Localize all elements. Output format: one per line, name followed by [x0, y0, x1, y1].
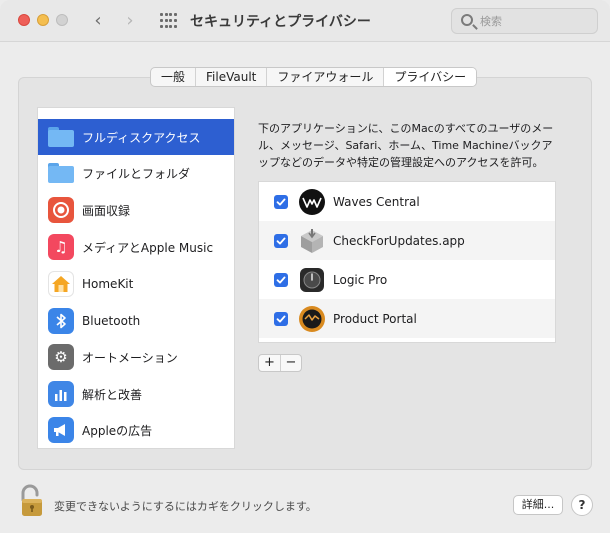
sidebar-item-label: Appleの広告 — [82, 423, 153, 438]
bluetooth-icon — [48, 308, 74, 334]
sidebar-item-media-apple-music[interactable]: ♫ メディアとApple Music — [38, 229, 234, 265]
app-name: Product Portal — [333, 311, 417, 326]
search-input[interactable] — [480, 13, 590, 30]
list-item: Product Portal — [259, 299, 555, 338]
sidebar-item-apple-advertising[interactable]: Appleの広告 — [38, 412, 234, 448]
sidebar-item-analytics[interactable]: 解析と改善 — [38, 376, 234, 412]
sidebar-item-label: 解析と改善 — [82, 387, 143, 402]
sidebar-item-label: ファイルとフォルダ — [82, 166, 191, 181]
list-item: CheckForUpdates.app — [259, 221, 555, 260]
forward-chevron-icon[interactable]: › — [120, 9, 140, 33]
tab-bar: 一般 FileVault ファイアウォール プライバシー — [150, 67, 478, 87]
lock-hint-text: 変更できないようにするにはカギをクリックします。 — [54, 500, 317, 513]
sidebar-item-screen-recording[interactable]: 画面収録 — [38, 192, 234, 228]
access-description: 下のアプリケーションに、このMacのすべてのユーザのメール、メッセージ、Safa… — [258, 122, 554, 169]
tab-general[interactable]: 一般 — [151, 68, 197, 86]
list-item: Waves Central — [259, 182, 555, 221]
app-checkbox[interactable] — [274, 233, 288, 248]
bar-chart-icon — [48, 381, 74, 407]
sidebar-item-files-and-folders[interactable]: ファイルとフォルダ — [38, 155, 234, 191]
sidebar-item-label: オートメーション — [82, 350, 178, 365]
add-app-button[interactable]: + — [259, 355, 280, 371]
back-chevron-icon[interactable]: ‹ — [88, 9, 108, 33]
app-name: CheckForUpdates.app — [333, 233, 465, 248]
megaphone-icon — [48, 417, 74, 443]
zoom-window-button[interactable] — [56, 14, 68, 26]
sidebar-item-label: 画面収録 — [82, 203, 131, 218]
list-item: Logic Pro — [259, 260, 555, 299]
sidebar-item-automation[interactable]: ⚙ オートメーション — [38, 339, 234, 375]
app-name: Logic Pro — [333, 272, 388, 287]
installer-icon — [298, 227, 326, 255]
tab-filevault[interactable]: FileVault — [196, 68, 268, 86]
sidebar-item-label: Bluetooth — [82, 314, 141, 328]
title-bar: ‹ › セキュリティとプライバシー — [0, 0, 610, 42]
sidebar-item-label: メディアとApple Music — [82, 240, 214, 255]
sidebar-item-bluetooth[interactable]: Bluetooth — [38, 303, 234, 339]
details-button[interactable]: 詳細... — [513, 495, 563, 515]
app-checkbox[interactable] — [274, 311, 288, 326]
tab-firewall[interactable]: ファイアウォール — [267, 68, 385, 86]
privacy-category-list: フルディスクアクセス ファイルとフォルダ 画面収録 ♫ メディアとApple M… — [37, 107, 235, 449]
home-icon — [48, 271, 74, 297]
app-name: Waves Central — [333, 194, 420, 209]
close-window-button[interactable] — [18, 14, 30, 26]
waves-logo-icon — [298, 188, 326, 216]
logic-pro-icon — [298, 266, 326, 294]
sidebar-item-homekit[interactable]: HomeKit — [38, 266, 234, 302]
lock-icon[interactable] — [18, 484, 46, 518]
window-title: セキュリティとプライバシー — [190, 14, 371, 30]
sidebar-item-label: フルディスクアクセス — [82, 130, 201, 145]
help-button[interactable]: ? — [571, 494, 593, 516]
app-checkbox[interactable] — [274, 194, 288, 209]
product-portal-icon — [298, 305, 326, 333]
add-remove-control: + − — [258, 354, 302, 372]
minimize-window-button[interactable] — [37, 14, 49, 26]
remove-app-button[interactable]: − — [280, 355, 301, 371]
sidebar-item-label: HomeKit — [82, 277, 134, 291]
screen-record-icon — [48, 197, 74, 223]
app-access-list: Waves Central CheckForUpdates.app Logic … — [258, 181, 556, 343]
folder-icon — [48, 160, 74, 186]
app-checkbox[interactable] — [274, 272, 288, 287]
sidebar-item-full-disk-access[interactable]: フルディスクアクセス — [38, 119, 234, 155]
tab-privacy[interactable]: プライバシー — [384, 68, 477, 86]
folder-icon — [48, 124, 74, 150]
show-all-grid-icon[interactable] — [160, 13, 177, 29]
gear-icon: ⚙ — [48, 344, 74, 370]
music-note-icon: ♫ — [48, 234, 74, 260]
security-privacy-window: ‹ › セキュリティとプライバシー 一般 FileVault ファイアウォール … — [0, 0, 610, 533]
search-field[interactable] — [451, 8, 598, 34]
search-icon — [461, 14, 473, 26]
